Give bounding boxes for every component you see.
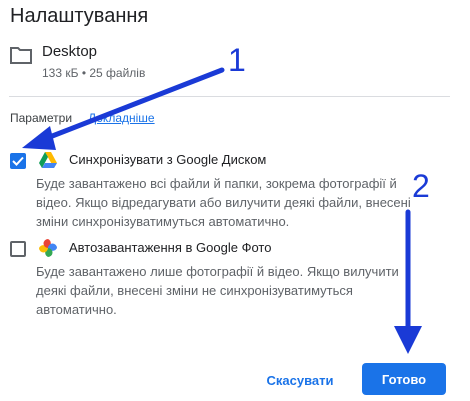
option-description: Буде завантажено лише фотографії й відео… [36,264,399,317]
cancel-button[interactable]: Скасувати [258,366,342,394]
auto-upload-photos-checkbox[interactable] [10,241,26,257]
sync-drive-checkbox[interactable] [10,153,26,169]
params-label: Параметри [10,111,73,125]
annotation-number-2: 2 [412,168,430,204]
details-link[interactable]: Докладніше [88,111,155,125]
annotation-number-1: 1 [228,42,246,78]
google-photos-icon [39,239,57,257]
arrow-1-head [22,126,56,150]
arrow-1 [39,67,225,143]
done-button[interactable]: Готово [362,363,446,395]
folder-meta: 133 кБ • 25 файлів [42,66,146,80]
dialog-title: Налаштування [10,5,149,27]
option-description: Буде завантажено всі файли й папки, зокр… [36,176,411,229]
divider [9,96,450,97]
check-icon [12,156,24,166]
folder-icon [10,47,32,64]
folder-name: Desktop [42,43,98,60]
option-title: Синхронізувати з Google Диском [69,152,267,167]
option-title: Автозавантаження в Google Фото [69,240,272,255]
google-drive-icon [39,152,57,168]
arrow-2-head [394,326,422,354]
